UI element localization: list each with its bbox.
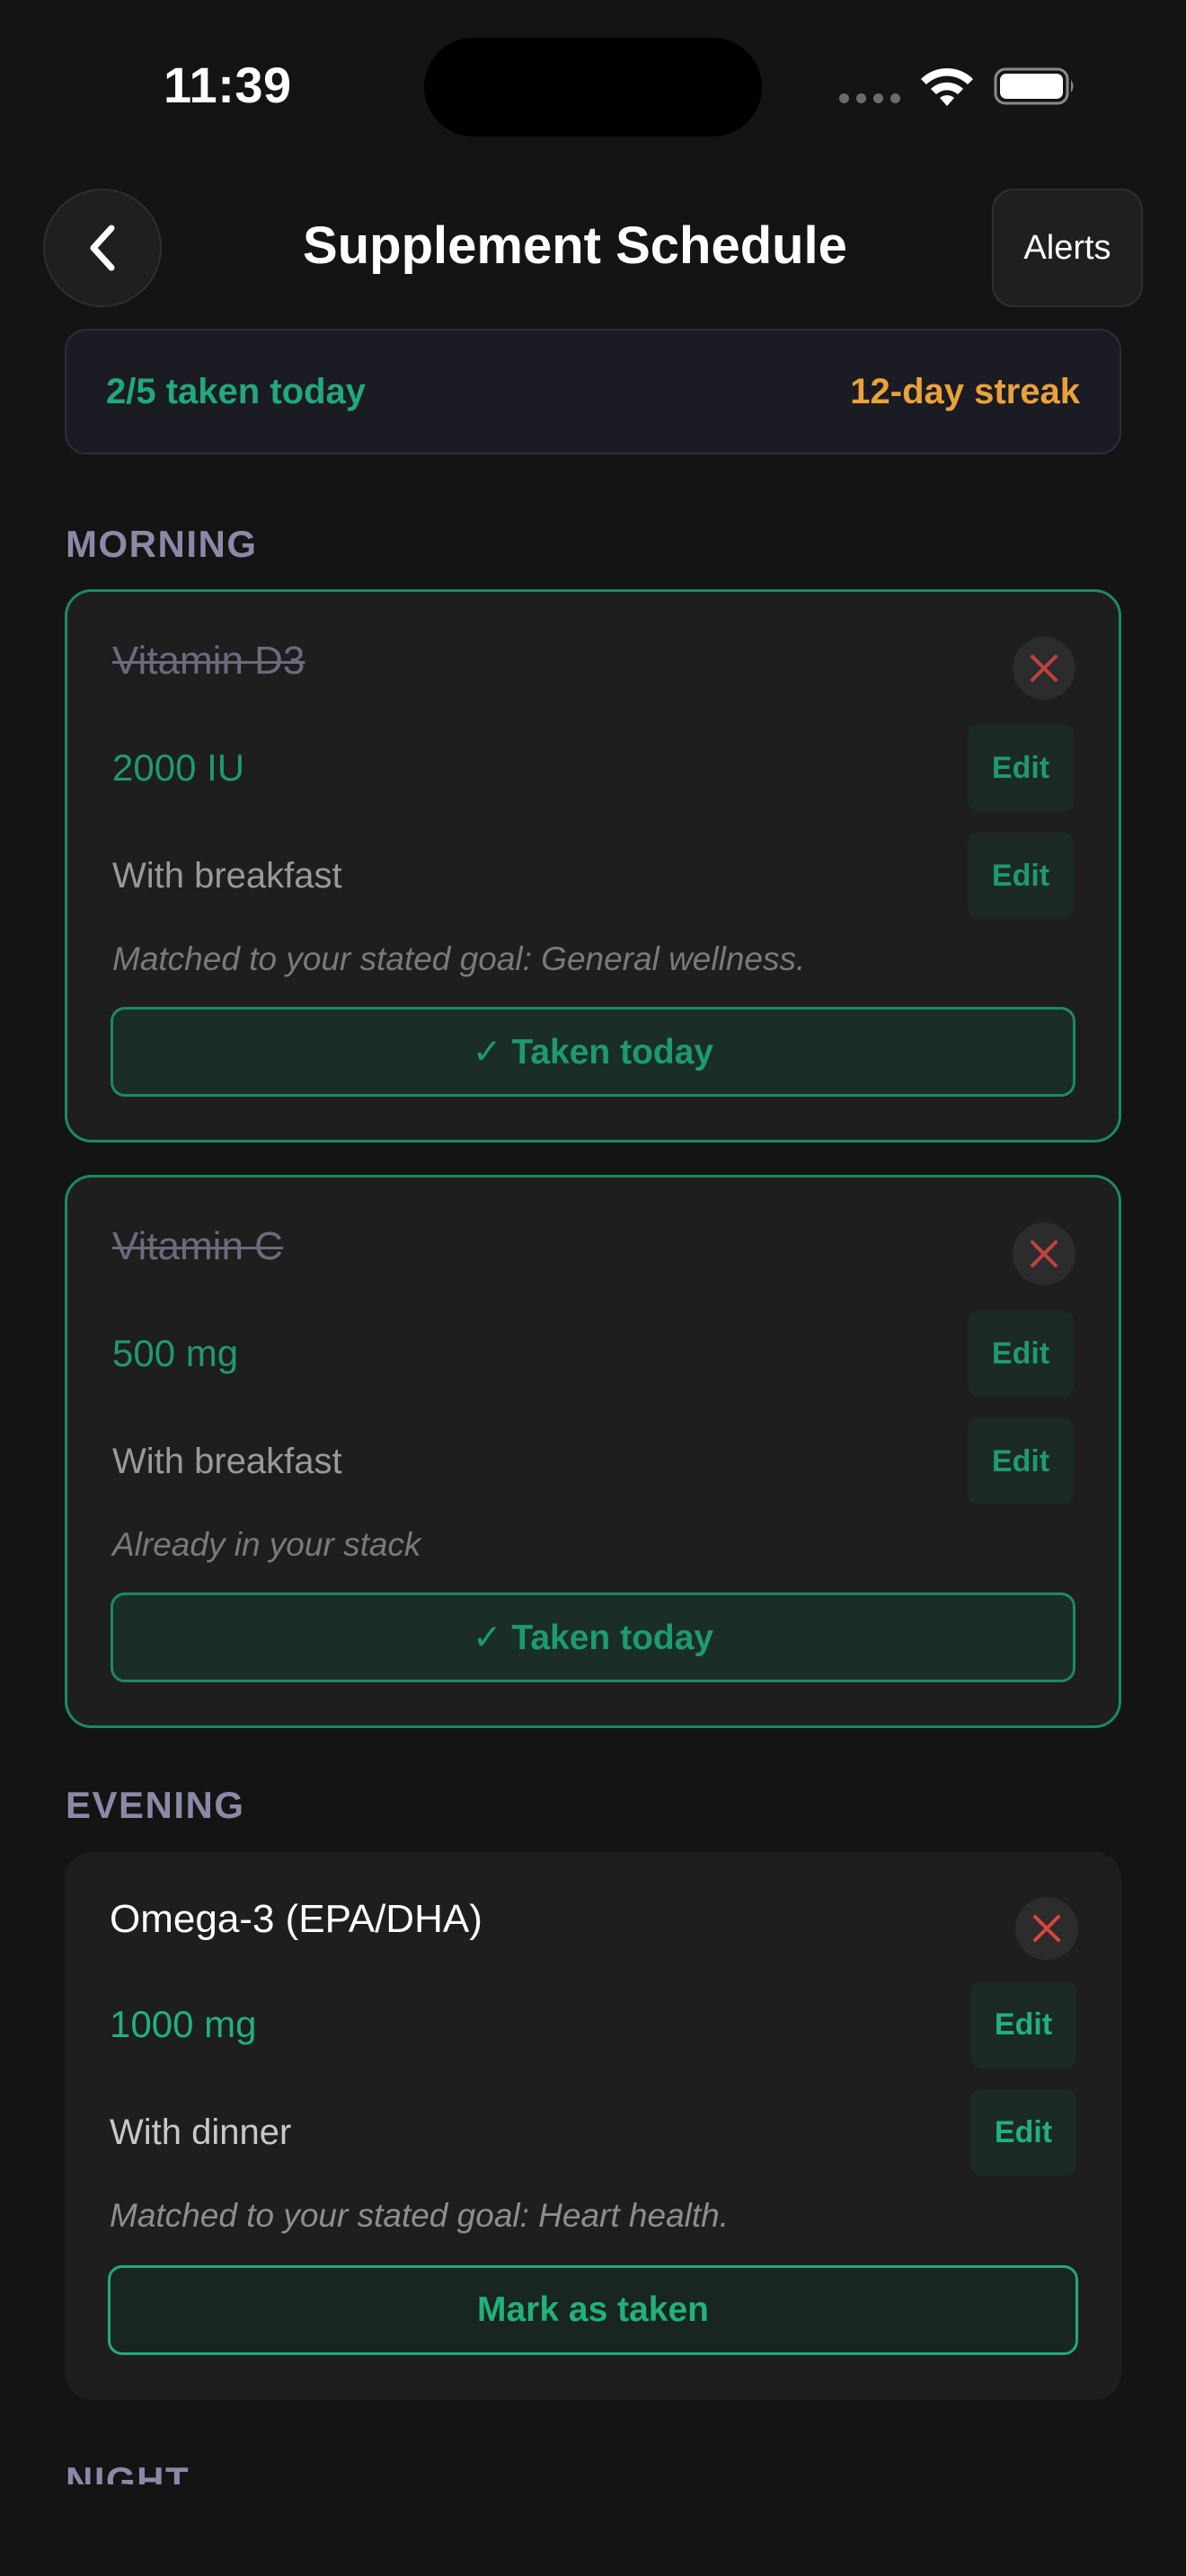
- dose-value: 1000 mg: [110, 2003, 257, 2045]
- dose-row: 2000 IU Edit: [112, 725, 1074, 811]
- section-label-morning: MORNING: [66, 523, 258, 565]
- dynamic-island: [424, 38, 762, 137]
- timing-row: With dinner Edit: [110, 2089, 1076, 2175]
- edit-timing-button[interactable]: Edit: [970, 2089, 1076, 2175]
- timing-row: With breakfast Edit: [112, 833, 1074, 919]
- supplement-note: Already in your stack: [112, 1526, 421, 1563]
- supplement-card: Vitamin D3 2000 IU Edit With breakfast E…: [65, 589, 1121, 1142]
- edit-timing-button[interactable]: Edit: [968, 833, 1074, 919]
- wifi-icon: [921, 67, 973, 106]
- section-label-evening: EVENING: [66, 1784, 245, 1826]
- edit-dose-button[interactable]: Edit: [970, 1981, 1076, 2068]
- status-time: 11:39: [164, 57, 292, 113]
- remove-button[interactable]: [1013, 1222, 1075, 1285]
- section-label-night: NIGHT: [66, 2459, 190, 2484]
- supplement-card: Vitamin C 500 mg Edit With breakfast Edi…: [65, 1175, 1121, 1728]
- supplement-note: Matched to your stated goal: General wel…: [112, 940, 806, 977]
- edit-timing-button[interactable]: Edit: [968, 1418, 1074, 1504]
- supplement-note: Matched to your stated goal: Heart healt…: [110, 2197, 730, 2234]
- night-section-clip: NIGHT: [0, 2448, 1186, 2484]
- supplement-name: Vitamin C: [112, 1224, 283, 1268]
- edit-dose-button[interactable]: Edit: [968, 725, 1074, 811]
- dose-value: 500 mg: [112, 1332, 239, 1374]
- screen: 11:39 Supplement Schedule Alerts 2/5 tak…: [0, 0, 1186, 2576]
- streak-count: 12-day streak: [850, 371, 1080, 411]
- supplement-card: Omega-3 (EPA/DHA) 1000 mg Edit With dinn…: [65, 1852, 1121, 2400]
- mark-as-taken-button[interactable]: Mark as taken: [108, 2265, 1078, 2355]
- dose-value: 2000 IU: [112, 746, 245, 789]
- close-icon: [1033, 1915, 1060, 1942]
- supplement-name: Vitamin D3: [112, 639, 305, 683]
- timing-row: With breakfast Edit: [112, 1418, 1074, 1504]
- dose-row: 1000 mg Edit: [110, 1981, 1076, 2068]
- alerts-button[interactable]: Alerts: [992, 189, 1143, 307]
- close-icon: [1031, 1240, 1058, 1267]
- timing-value: With dinner: [110, 2112, 292, 2152]
- signal-dots-icon: [839, 93, 900, 103]
- close-icon: [1031, 655, 1058, 682]
- daily-summary: 2/5 taken today 12-day streak: [65, 329, 1121, 454]
- timing-value: With breakfast: [112, 1441, 342, 1481]
- taken-today-button[interactable]: ✓ Taken today: [111, 1007, 1075, 1097]
- battery-icon: [994, 67, 1074, 105]
- remove-button[interactable]: [1015, 1897, 1078, 1960]
- dose-row: 500 mg Edit: [112, 1310, 1074, 1397]
- taken-count: 2/5 taken today: [106, 371, 367, 411]
- taken-today-button[interactable]: ✓ Taken today: [111, 1592, 1075, 1682]
- edit-dose-button[interactable]: Edit: [968, 1310, 1074, 1397]
- remove-button[interactable]: [1013, 637, 1075, 700]
- supplement-name: Omega-3 (EPA/DHA): [110, 1897, 482, 1941]
- page-title: Supplement Schedule: [303, 216, 847, 275]
- timing-value: With breakfast: [112, 855, 342, 895]
